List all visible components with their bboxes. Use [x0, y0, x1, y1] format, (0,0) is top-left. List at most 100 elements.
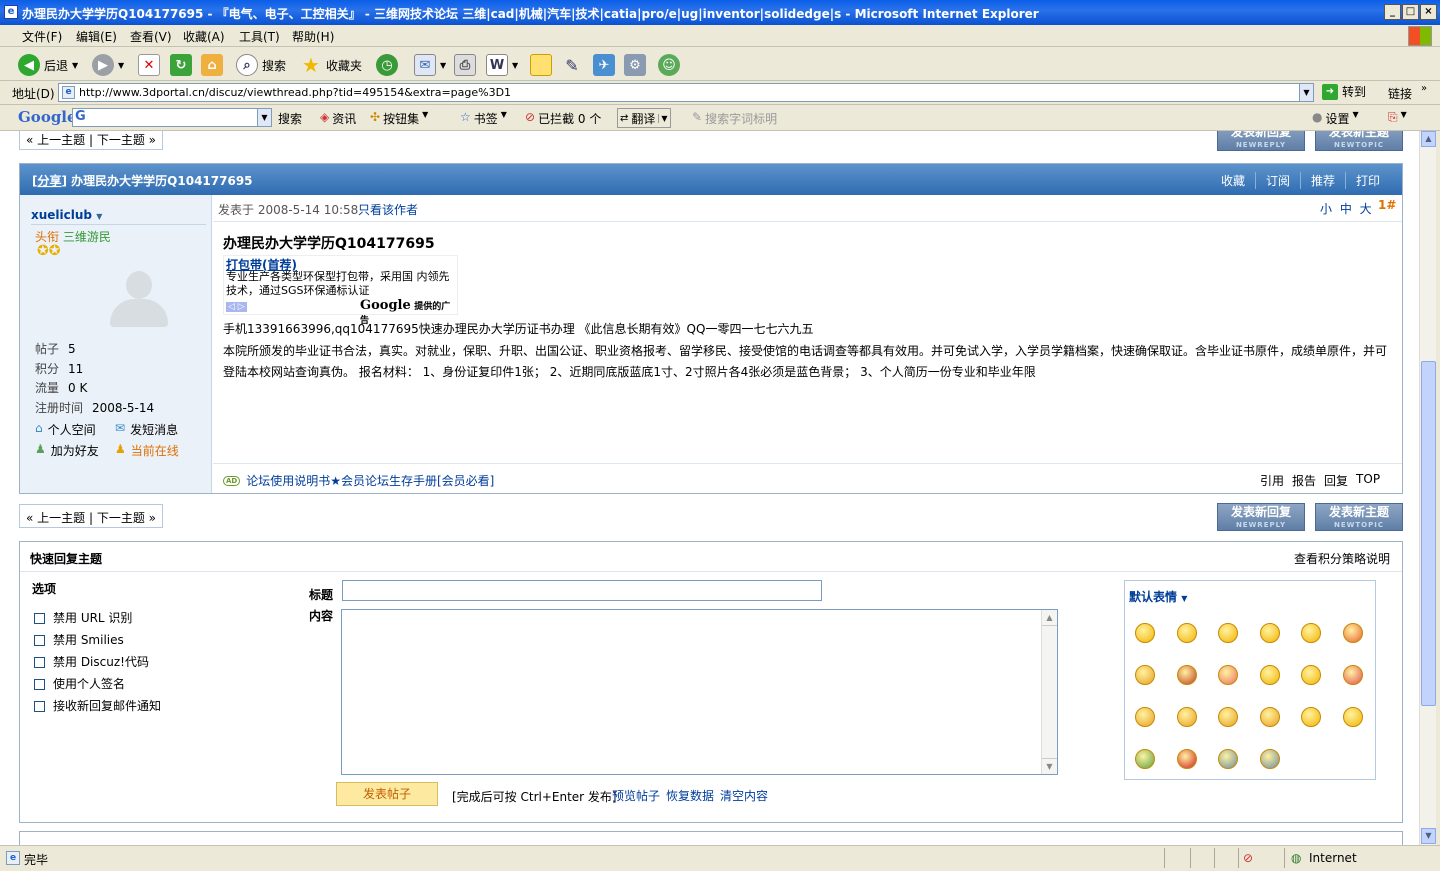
google-options-menu[interactable]: ⎘ ▼ [1388, 110, 1407, 125]
google-search-input[interactable]: G ▼ [72, 108, 272, 127]
recommend-action[interactable]: 推荐 [1299, 172, 1345, 189]
smiley-icon[interactable] [1135, 665, 1155, 685]
smiley-icon[interactable] [1218, 665, 1238, 685]
popup-blocked-icon[interactable]: ⊘ [1243, 851, 1253, 865]
quote-action[interactable]: 引用 [1260, 472, 1284, 489]
subject-input[interactable] [342, 580, 822, 601]
option-disable-smilies[interactable]: 禁用 Smilies [34, 629, 161, 651]
post-tag[interactable]: 分享 [37, 174, 62, 188]
smiley-icon[interactable] [1176, 749, 1197, 769]
content-textarea[interactable]: ▲ ▼ [341, 609, 1058, 775]
links-button[interactable]: 链接 [1388, 85, 1412, 102]
menu-file[interactable]: 文件(F) [22, 28, 62, 45]
scroll-down-icon[interactable]: ▼ [1042, 758, 1057, 774]
scroll-up-icon[interactable]: ▲ [1042, 610, 1057, 626]
page-scrollbar[interactable]: ▲ ▼ [1419, 131, 1436, 845]
smiley-icon[interactable] [1301, 665, 1321, 685]
refresh-button[interactable]: ↻ [170, 53, 192, 77]
ad-nav-arrows[interactable]: ◁ ▷ [226, 302, 247, 312]
smiley-icon[interactable] [1176, 623, 1197, 643]
back-button[interactable]: ◀ 后退 ▼ [18, 53, 78, 77]
clear-content-link[interactable]: 清空内容 [720, 787, 768, 804]
print-action[interactable]: 打印 [1344, 172, 1390, 189]
smiley-icon[interactable] [1135, 707, 1155, 727]
checkbox[interactable] [34, 678, 45, 690]
notes-button[interactable] [530, 53, 552, 77]
checkbox[interactable] [34, 656, 45, 668]
smiley-icon[interactable] [1301, 707, 1321, 727]
personal-space-link[interactable]: ⌂ 个人空间 [35, 421, 115, 438]
tool-button-1[interactable]: ✈ [593, 53, 615, 77]
smiley-icon[interactable] [1218, 707, 1238, 727]
go-button[interactable]: ➜ 转到 [1322, 83, 1366, 100]
highlight-button[interactable]: ✎ 搜索字词标明 [692, 110, 777, 127]
address-dropdown-button[interactable]: ▼ [1299, 83, 1314, 102]
new-topic-button[interactable]: 发表新主题 NEWTOPIC [1315, 503, 1403, 531]
google-bookmarks-menu[interactable]: ☆ 书签 ▼ [460, 110, 507, 127]
print-button[interactable]: ⎙ [454, 53, 476, 77]
option-use-signature[interactable]: 使用个人签名 [34, 673, 161, 695]
report-action[interactable]: 报告 [1292, 472, 1316, 489]
smiley-icon[interactable] [1259, 749, 1280, 769]
edit-button[interactable]: W ▼ [486, 53, 518, 77]
close-button[interactable]: × [1420, 4, 1437, 20]
smiley-icon[interactable] [1135, 749, 1155, 769]
smiley-icon[interactable] [1135, 623, 1155, 643]
favorite-action[interactable]: 收藏 [1211, 172, 1255, 189]
scroll-down-arrow-icon[interactable]: ▼ [1421, 828, 1436, 844]
top-action[interactable]: TOP [1356, 472, 1380, 489]
smilies-title[interactable]: 默认表情 ▼ [1129, 588, 1187, 605]
smiley-icon[interactable] [1342, 623, 1363, 643]
reply-action[interactable]: 回复 [1324, 472, 1348, 489]
messenger-people-button[interactable]: ☺ [658, 53, 680, 77]
stop-button[interactable]: ✕ [138, 53, 160, 77]
subscribe-action[interactable]: 订阅 [1254, 172, 1300, 189]
smiley-icon[interactable] [1342, 665, 1363, 685]
submit-post-button[interactable]: 发表帖子 [336, 782, 438, 806]
checkbox[interactable] [34, 612, 45, 624]
google-buttons-menu[interactable]: ✣ 按钮集 ▼ [370, 110, 428, 127]
home-button[interactable]: ⌂ [201, 53, 223, 77]
prev-next-nav-top[interactable]: « 上一主题 | 下一主题 » [19, 131, 163, 150]
preview-post-link[interactable]: 预览帖子 [612, 787, 660, 804]
new-topic-button-top[interactable]: 发表新主题 NEWTOPIC [1315, 131, 1403, 151]
smiley-icon[interactable] [1218, 623, 1238, 643]
google-input-dropdown[interactable]: ▼ [257, 109, 271, 126]
smiley-icon[interactable] [1176, 665, 1197, 685]
minimize-button[interactable]: _ [1384, 4, 1401, 20]
forum-manual-ad[interactable]: AD 论坛使用说明书★会员论坛生存手册[会员必看] [223, 472, 494, 489]
option-email-notify[interactable]: 接收新回复邮件通知 [34, 695, 161, 717]
prev-next-nav-bottom[interactable]: « 上一主题 | 下一主题 » [19, 504, 163, 528]
smiley-icon[interactable] [1301, 623, 1321, 643]
smiley-icon[interactable] [1176, 707, 1197, 727]
send-message-link[interactable]: ✉ 发短消息 [115, 421, 205, 438]
google-search-button[interactable]: 搜索 [278, 110, 302, 127]
restore-data-link[interactable]: 恢复数据 [666, 787, 714, 804]
search-button[interactable]: ⌕ 搜索 [236, 53, 286, 77]
author-name-row[interactable]: xueliclub ▼ [31, 208, 206, 225]
smiley-icon[interactable] [1259, 665, 1280, 685]
option-disable-discuz-code[interactable]: 禁用 Discuz!代码 [34, 651, 161, 673]
checkbox[interactable] [34, 634, 45, 646]
google-news-button[interactable]: ◈ 资讯 [320, 110, 356, 127]
favorites-button[interactable]: ★ 收藏夹 [300, 53, 362, 77]
maximize-button[interactable]: □ [1402, 4, 1419, 20]
font-size-switcher[interactable]: 小 中 大 [1320, 200, 1374, 217]
menu-edit[interactable]: 编辑(E) [76, 28, 117, 45]
menu-help[interactable]: 帮助(H) [292, 28, 334, 45]
new-reply-button[interactable]: 发表新回复 NEWREPLY [1217, 503, 1305, 531]
forward-button[interactable]: ▶ ▼ [92, 53, 124, 77]
links-chevron-icon[interactable]: » [1421, 83, 1427, 94]
option-disable-url[interactable]: 禁用 URL 识别 [34, 607, 161, 629]
scroll-up-arrow-icon[interactable]: ▲ [1421, 131, 1436, 147]
menu-favorites[interactable]: 收藏(A) [183, 28, 225, 45]
checkbox[interactable] [34, 700, 45, 712]
address-input[interactable]: e http://www.3dportal.cn/discuz/viewthre… [58, 83, 1314, 102]
smiley-icon[interactable] [1259, 623, 1280, 643]
author-only-link[interactable]: 只看该作者 [358, 201, 418, 218]
new-reply-button-top[interactable]: 发表新回复 NEWREPLY [1217, 131, 1305, 151]
textarea-scrollbar[interactable]: ▲ ▼ [1041, 610, 1057, 774]
messenger-button[interactable]: ✎ [561, 53, 583, 77]
credit-policy-link[interactable]: 查看积分策略说明 [1294, 550, 1390, 567]
history-button[interactable]: ◷ [376, 53, 398, 77]
